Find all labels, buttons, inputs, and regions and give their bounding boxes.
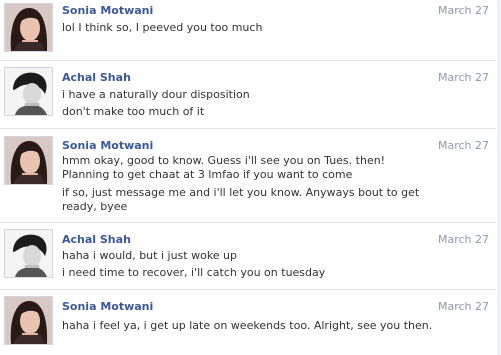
sender-name-link[interactable]: Sonia Motwani: [62, 4, 153, 17]
message-text: haha i would, but i just woke up: [62, 249, 238, 262]
message-item: Achal Shah March 27 haha i would, but i …: [0, 223, 496, 290]
scrollbar-track[interactable]: [497, 0, 501, 355]
female-profile-photo-icon[interactable]: [4, 296, 53, 345]
female-profile-photo-icon[interactable]: [4, 136, 53, 185]
message-date: March 27: [438, 139, 490, 152]
message-text: don't make too much of it: [62, 105, 205, 118]
male-profile-photo-icon[interactable]: [4, 67, 53, 116]
message-item: Sonia Motwani March 27 lol I think so, I…: [0, 0, 496, 61]
message-date: March 27: [438, 300, 490, 313]
sender-name-link[interactable]: Sonia Motwani: [62, 139, 153, 152]
message-date: March 27: [438, 4, 490, 17]
sender-name-link[interactable]: Achal Shah: [62, 233, 131, 246]
message-item: Sonia Motwani March 27 haha i feel ya, i…: [0, 290, 496, 355]
message-date: March 27: [438, 233, 490, 246]
message-text: if so, just message me and i'll let you …: [62, 186, 420, 213]
male-profile-photo-icon[interactable]: [4, 229, 53, 278]
message-date: March 27: [438, 71, 490, 84]
message-text: haha i feel ya, i get up late on weekend…: [62, 319, 433, 332]
female-profile-photo-icon[interactable]: [4, 3, 53, 52]
sender-name-link[interactable]: Sonia Motwani: [62, 300, 153, 313]
message-text: i need time to recover, i'll catch you o…: [62, 266, 326, 279]
sender-name-link[interactable]: Achal Shah: [62, 71, 131, 84]
message-text: hmm okay, good to know. Guess i'll see y…: [62, 154, 386, 181]
message-text: lol I think so, I peeved you too much: [62, 21, 263, 34]
message-item: Sonia Motwani March 27 hmm okay, good to…: [0, 129, 496, 223]
message-item: Achal Shah March 27 i have a naturally d…: [0, 61, 496, 129]
message-text: i have a naturally dour disposition: [62, 88, 250, 101]
message-thread: Sonia Motwani March 27 lol I think so, I…: [0, 0, 501, 355]
